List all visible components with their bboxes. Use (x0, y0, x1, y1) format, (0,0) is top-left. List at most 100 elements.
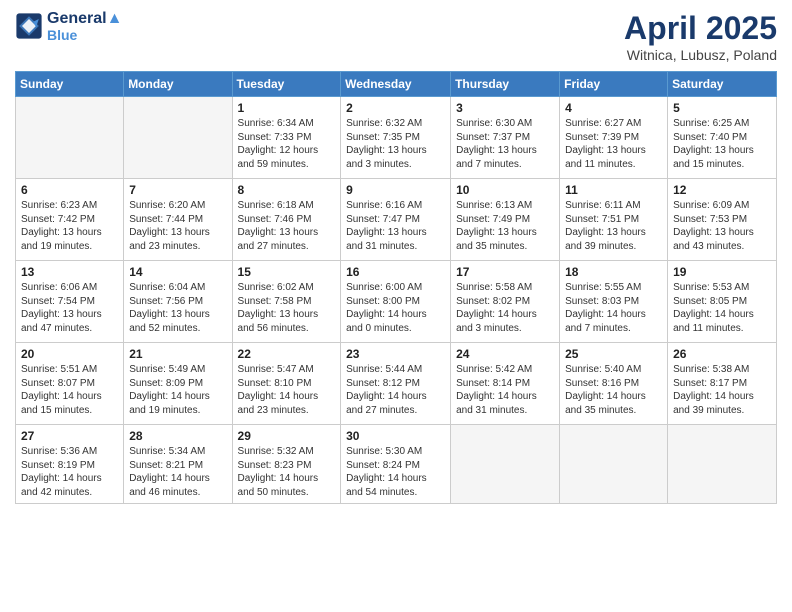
day-info: Sunrise: 6:18 AMSunset: 7:46 PMDaylight:… (238, 199, 336, 253)
location: Witnica, Lubusz, Poland (624, 47, 777, 63)
day-number: 12 (673, 183, 771, 197)
day-number: 30 (346, 429, 445, 443)
calendar-cell: 8 Sunrise: 6:18 AMSunset: 7:46 PMDaylight… (232, 179, 341, 261)
day-number: 5 (673, 101, 771, 115)
calendar-cell: 25 Sunrise: 5:40 AMSunset: 8:16 PMDayligh… (560, 343, 668, 425)
day-info: Sunrise: 6:00 AMSunset: 8:00 PMDaylight:… (346, 281, 445, 335)
day-number: 17 (456, 265, 554, 279)
calendar-cell: 10Sunrise: 6:13 AMSunset: 7:49 PMDayligh… (451, 179, 560, 261)
calendar-cell: 9 Sunrise: 6:16 AMSunset: 7:47 PMDaylight… (341, 179, 451, 261)
day-number: 15 (238, 265, 336, 279)
calendar-cell: 30 Sunrise: 5:30 AMSunset: 8:24 PMDayligh… (341, 425, 451, 504)
calendar-cell: 29Sunrise: 5:32 AMSunset: 8:23 PMDayligh… (232, 425, 341, 504)
calendar-cell (451, 425, 560, 504)
day-info: Sunrise: 6:30 AMSunset: 7:37 PMDaylight:… (456, 117, 554, 171)
col-header-tuesday: Tuesday (232, 72, 341, 97)
day-info: Sunrise: 6:25 AMSunset: 7:40 PMDaylight:… (673, 117, 771, 171)
week-row-1: 6 Sunrise: 6:23 AMSunset: 7:42 PMDaylight… (16, 179, 777, 261)
day-number: 7 (129, 183, 226, 197)
day-info: Sunrise: 6:23 AMSunset: 7:42 PMDaylight:… (21, 199, 118, 253)
logo: General▲ Blue (15, 10, 122, 43)
day-info: Sunrise: 5:49 AMSunset: 8:09 PMDaylight:… (129, 363, 226, 417)
logo-text: General▲ Blue (47, 10, 122, 43)
day-number: 4 (565, 101, 662, 115)
week-row-3: 20Sunrise: 5:51 AMSunset: 8:07 PMDayligh… (16, 343, 777, 425)
day-info: Sunrise: 5:38 AMSunset: 8:17 PMDaylight:… (673, 363, 771, 417)
calendar-cell: 27 Sunrise: 5:36 AMSunset: 8:19 PMDayligh… (16, 425, 124, 504)
day-number: 16 (346, 265, 445, 279)
day-info: Sunrise: 5:32 AMSunset: 8:23 PMDaylight:… (238, 445, 336, 499)
page: General▲ Blue April 2025 Witnica, Lubusz… (0, 0, 792, 612)
day-info: Sunrise: 6:04 AMSunset: 7:56 PMDaylight:… (129, 281, 226, 335)
day-number: 10 (456, 183, 554, 197)
day-number: 26 (673, 347, 771, 361)
calendar-cell: 13 Sunrise: 6:06 AMSunset: 7:54 PMDayligh… (16, 261, 124, 343)
day-number: 19 (673, 265, 771, 279)
col-header-thursday: Thursday (451, 72, 560, 97)
title-block: April 2025 Witnica, Lubusz, Poland (624, 10, 777, 63)
week-row-0: 1 Sunrise: 6:34 AMSunset: 7:33 PMDaylight… (16, 97, 777, 179)
day-number: 21 (129, 347, 226, 361)
calendar-cell: 7 Sunrise: 6:20 AMSunset: 7:44 PMDaylight… (124, 179, 232, 261)
day-info: Sunrise: 5:40 AMSunset: 8:16 PMDaylight:… (565, 363, 662, 417)
col-header-sunday: Sunday (16, 72, 124, 97)
day-info: Sunrise: 6:32 AMSunset: 7:35 PMDaylight:… (346, 117, 445, 171)
calendar-cell: 21 Sunrise: 5:49 AMSunset: 8:09 PMDayligh… (124, 343, 232, 425)
day-number: 14 (129, 265, 226, 279)
day-number: 3 (456, 101, 554, 115)
day-info: Sunrise: 6:27 AMSunset: 7:39 PMDaylight:… (565, 117, 662, 171)
calendar-cell (124, 97, 232, 179)
day-number: 18 (565, 265, 662, 279)
calendar-cell: 26 Sunrise: 5:38 AMSunset: 8:17 PMDayligh… (668, 343, 777, 425)
day-number: 23 (346, 347, 445, 361)
calendar-cell: 12 Sunrise: 6:09 AMSunset: 7:53 PMDayligh… (668, 179, 777, 261)
day-info: Sunrise: 6:09 AMSunset: 7:53 PMDaylight:… (673, 199, 771, 253)
calendar-cell: 6 Sunrise: 6:23 AMSunset: 7:42 PMDaylight… (16, 179, 124, 261)
calendar-cell: 19 Sunrise: 5:53 AMSunset: 8:05 PMDayligh… (668, 261, 777, 343)
day-info: Sunrise: 5:42 AMSunset: 8:14 PMDaylight:… (456, 363, 554, 417)
day-number: 1 (238, 101, 336, 115)
day-number: 28 (129, 429, 226, 443)
day-info: Sunrise: 5:34 AMSunset: 8:21 PMDaylight:… (129, 445, 226, 499)
month-title: April 2025 (624, 10, 777, 47)
day-number: 25 (565, 347, 662, 361)
calendar-cell: 11 Sunrise: 6:11 AMSunset: 7:51 PMDayligh… (560, 179, 668, 261)
day-number: 6 (21, 183, 118, 197)
calendar-cell: 14 Sunrise: 6:04 AMSunset: 7:56 PMDayligh… (124, 261, 232, 343)
header: General▲ Blue April 2025 Witnica, Lubusz… (15, 10, 777, 63)
day-number: 11 (565, 183, 662, 197)
calendar-cell: 16 Sunrise: 6:00 AMSunset: 8:00 PMDayligh… (341, 261, 451, 343)
calendar-cell: 17 Sunrise: 5:58 AMSunset: 8:02 PMDayligh… (451, 261, 560, 343)
day-info: Sunrise: 6:06 AMSunset: 7:54 PMDaylight:… (21, 281, 118, 335)
day-info: Sunrise: 5:58 AMSunset: 8:02 PMDaylight:… (456, 281, 554, 335)
day-info: Sunrise: 6:20 AMSunset: 7:44 PMDaylight:… (129, 199, 226, 253)
calendar-cell: 2 Sunrise: 6:32 AMSunset: 7:35 PMDaylight… (341, 97, 451, 179)
day-info: Sunrise: 5:30 AMSunset: 8:24 PMDaylight:… (346, 445, 445, 499)
day-info: Sunrise: 6:11 AMSunset: 7:51 PMDaylight:… (565, 199, 662, 253)
calendar-cell: 15Sunrise: 6:02 AMSunset: 7:58 PMDayligh… (232, 261, 341, 343)
day-info: Sunrise: 6:16 AMSunset: 7:47 PMDaylight:… (346, 199, 445, 253)
calendar-cell (668, 425, 777, 504)
calendar-cell (560, 425, 668, 504)
day-number: 2 (346, 101, 445, 115)
col-header-friday: Friday (560, 72, 668, 97)
day-number: 22 (238, 347, 336, 361)
day-info: Sunrise: 5:53 AMSunset: 8:05 PMDaylight:… (673, 281, 771, 335)
day-number: 24 (456, 347, 554, 361)
day-info: Sunrise: 5:36 AMSunset: 8:19 PMDaylight:… (21, 445, 118, 499)
calendar-header-row: SundayMondayTuesdayWednesdayThursdayFrid… (16, 72, 777, 97)
day-info: Sunrise: 5:44 AMSunset: 8:12 PMDaylight:… (346, 363, 445, 417)
col-header-saturday: Saturday (668, 72, 777, 97)
calendar-cell: 22Sunrise: 5:47 AMSunset: 8:10 PMDayligh… (232, 343, 341, 425)
day-info: Sunrise: 5:55 AMSunset: 8:03 PMDaylight:… (565, 281, 662, 335)
day-number: 8 (238, 183, 336, 197)
calendar-cell: 20Sunrise: 5:51 AMSunset: 8:07 PMDayligh… (16, 343, 124, 425)
day-info: Sunrise: 6:34 AMSunset: 7:33 PMDaylight:… (238, 117, 336, 171)
week-row-4: 27 Sunrise: 5:36 AMSunset: 8:19 PMDayligh… (16, 425, 777, 504)
day-number: 13 (21, 265, 118, 279)
col-header-monday: Monday (124, 72, 232, 97)
calendar-cell: 18 Sunrise: 5:55 AMSunset: 8:03 PMDayligh… (560, 261, 668, 343)
day-number: 9 (346, 183, 445, 197)
day-number: 27 (21, 429, 118, 443)
calendar-cell: 23 Sunrise: 5:44 AMSunset: 8:12 PMDayligh… (341, 343, 451, 425)
